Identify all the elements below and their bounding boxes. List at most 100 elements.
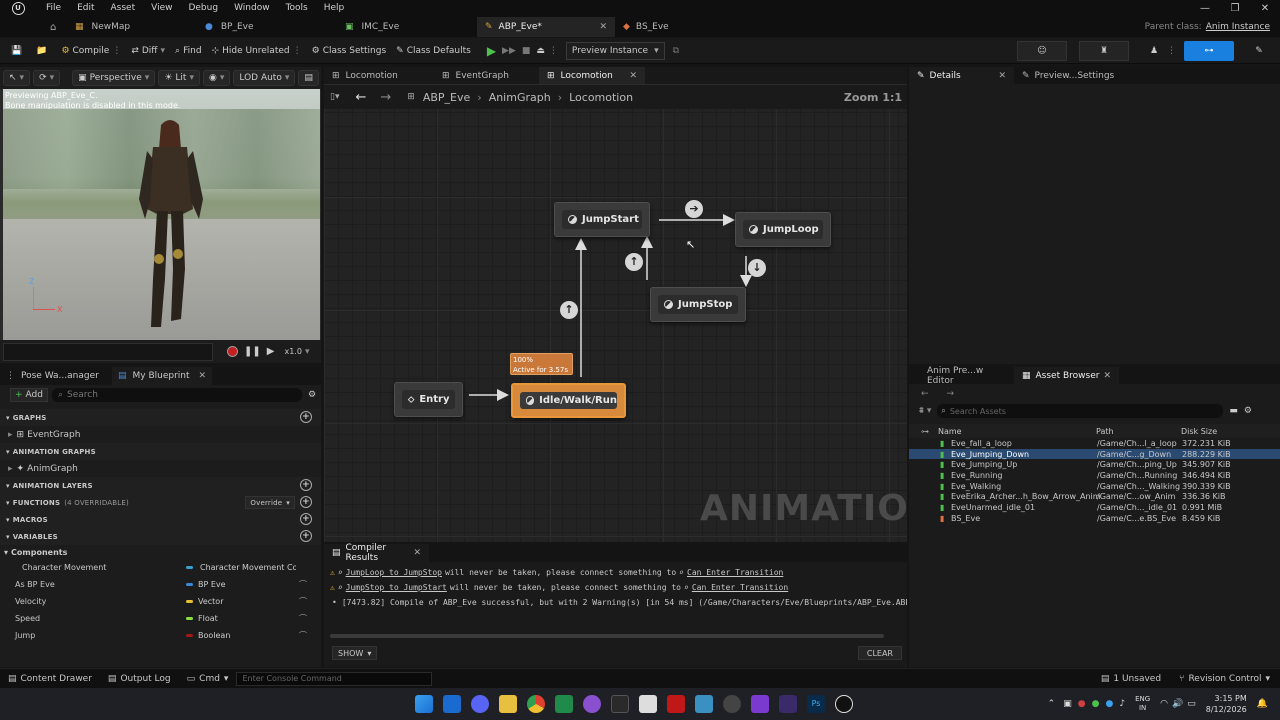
asset-row[interactable]: ▮ Eve_fall_a_loop/Game/Ch...l_a_loop 372.2…: [909, 438, 1280, 449]
find-button[interactable]: ⌕ Find: [175, 46, 202, 56]
close-tab-icon[interactable]: ✕: [1103, 371, 1111, 381]
perspective-dropdown[interactable]: ▣ Perspective ▾: [72, 70, 156, 86]
unsaved-button[interactable]: ▤ 1 Unsaved: [1101, 674, 1161, 684]
state-machine-graph[interactable]: ANIMATION ➔ ↑ ↓ ↑ JumpStart JumpLoop Jum…: [324, 84, 907, 542]
minimize-button[interactable]: —: [1190, 3, 1220, 14]
blueprint-mode-button[interactable]: ⊶: [1184, 40, 1234, 61]
menu-view[interactable]: View: [143, 1, 180, 16]
stop-icon[interactable]: ■: [522, 46, 531, 56]
menu-file[interactable]: File: [38, 1, 69, 16]
content-drawer-button[interactable]: ▤ Content Drawer: [8, 674, 92, 684]
add-layer-icon[interactable]: +: [300, 479, 312, 491]
menu-edit[interactable]: Edit: [69, 1, 102, 16]
eject-icon[interactable]: ⏏: [536, 46, 545, 56]
cmd-dropdown[interactable]: ▭ Cmd ▾: [187, 674, 229, 684]
asset-row[interactable]: ▮ BS_Eve/Game/C...e.BS_Eve 8.459 KiB: [909, 513, 1280, 524]
tab-my-blueprint[interactable]: ▤ My Blueprint ✕: [112, 367, 212, 385]
tray-app-icon[interactable]: ●: [1078, 699, 1086, 709]
add-graph-icon[interactable]: +: [300, 411, 312, 423]
entry-node[interactable]: ⬦ Entry: [394, 382, 463, 417]
warning-link[interactable]: Can Enter Transition: [687, 568, 783, 577]
horizontal-scrollbar[interactable]: [330, 634, 884, 638]
section-variables[interactable]: ▾ VARIABLES +: [0, 528, 321, 545]
section-graphs[interactable]: ▾ GRAPHS +: [0, 409, 321, 426]
class-defaults-button[interactable]: ✎ Class Defaults: [396, 46, 471, 56]
close-tab-icon[interactable]: ✕: [413, 548, 421, 558]
blueprint-search-input[interactable]: ⌕ Search: [51, 388, 302, 402]
back-arrow-icon[interactable]: ←: [921, 389, 929, 399]
language-label[interactable]: ENG: [1135, 695, 1150, 704]
tab-locomotion[interactable]: ⊞ Locomotion: [324, 67, 434, 84]
photoshop-icon[interactable]: Ps: [807, 695, 825, 713]
asset-search-input[interactable]: ⌕ Search Assets: [937, 404, 1224, 418]
transition-rule-icon[interactable]: ↓: [748, 259, 766, 277]
terminal-icon[interactable]: [611, 695, 629, 713]
github-icon[interactable]: [583, 695, 601, 713]
character-preview-scene[interactable]: Previewing ABP_Eve_C. Bone manipulation …: [3, 89, 320, 340]
unreal-logo-icon[interactable]: U: [8, 0, 28, 17]
skeleton-mode-button[interactable]: ☺: [1017, 40, 1067, 61]
compile-button[interactable]: ⚙ Compile ⋮: [61, 46, 121, 56]
asset-row[interactable]: ▮ EveUnarmed_idle_01/Game/Ch..._idle_01 0.…: [909, 502, 1280, 513]
asset-row[interactable]: ▮ Eve_Jumping_Down/Game/C...g_Down 288.229…: [909, 448, 1280, 460]
tab-imc-eve[interactable]: ▣ IMC_Eve: [337, 17, 477, 37]
class-settings-button[interactable]: ⚙ Class Settings: [312, 46, 387, 56]
forward-arrow-icon[interactable]: →: [947, 389, 955, 399]
variable-row[interactable]: Character Movement Character Movement Co: [0, 559, 321, 576]
columns-icon[interactable]: ⊶: [921, 427, 929, 436]
state-node-jumpstop[interactable]: JumpStop: [650, 287, 746, 322]
menu-window[interactable]: Window: [226, 1, 278, 16]
visibility-icon[interactable]: ⌒: [299, 579, 307, 590]
state-node-idle-walk-run[interactable]: Idle/Walk/Run: [511, 383, 626, 418]
breadcrumb-locomotion[interactable]: Locomotion: [569, 91, 633, 104]
transform-button[interactable]: ⟳ ▾: [33, 70, 61, 86]
tab-abp-eve[interactable]: ✎ ABP_Eve* ✕: [477, 17, 615, 37]
tray-app-icon[interactable]: ●: [1105, 699, 1113, 709]
asset-row[interactable]: ▮ Eve_Jumping_Up/Game/Ch...ping_Up 345.907…: [909, 459, 1280, 470]
select-mode-button[interactable]: ↖ ▾: [3, 70, 31, 86]
battery-icon[interactable]: ▭: [1187, 699, 1196, 709]
tray-chevron-icon[interactable]: ⌃: [1048, 699, 1056, 709]
section-macros[interactable]: ▾ MACROS +: [0, 511, 321, 528]
breadcrumb-animgraph[interactable]: AnimGraph: [489, 91, 551, 104]
tab-compiler-results[interactable]: ▤ Compiler Results ✕: [324, 543, 429, 563]
asset-row[interactable]: ▮ Eve_Running/Game/Ch...Running 346.494 Ki…: [909, 470, 1280, 481]
add-button[interactable]: + Add: [10, 388, 48, 402]
excel-icon[interactable]: [555, 695, 573, 713]
add-function-icon[interactable]: +: [300, 496, 312, 508]
tool-icon[interactable]: [723, 695, 741, 713]
menu-debug[interactable]: Debug: [180, 1, 226, 16]
folder-icon[interactable]: ▬: [1229, 406, 1238, 416]
menu-asset[interactable]: Asset: [103, 1, 144, 16]
home-icon[interactable]: ⌂: [50, 22, 56, 33]
forward-arrow-icon[interactable]: →: [380, 90, 391, 105]
timeline-scrubber[interactable]: [3, 342, 213, 361]
add-variable-icon[interactable]: +: [300, 530, 312, 542]
unreal-engine-icon[interactable]: [835, 695, 853, 713]
tray-app-icon[interactable]: ●: [1092, 699, 1100, 709]
media-icon[interactable]: [667, 695, 685, 713]
show-dropdown[interactable]: ◉ ▾: [202, 70, 231, 86]
play-icon[interactable]: ▶: [487, 44, 496, 58]
show-dropdown-button[interactable]: SHOW ▾: [332, 646, 378, 660]
console-input[interactable]: Enter Console Command: [236, 671, 433, 686]
tab-bs-eve[interactable]: ◆ BS_Eve: [615, 17, 735, 37]
add-macro-icon[interactable]: +: [300, 513, 312, 525]
warning-link[interactable]: JumpLoop to JumpStop: [346, 568, 442, 577]
lod-dropdown[interactable]: LOD Auto ▾: [233, 70, 296, 86]
lit-dropdown[interactable]: ☀ Lit ▾: [158, 70, 200, 86]
tab-locomotion-active[interactable]: ⊞ Locomotion ✕: [539, 67, 645, 84]
media-encoder-icon[interactable]: [779, 695, 797, 713]
windows-start-icon[interactable]: [415, 695, 433, 713]
variable-row[interactable]: Jump Boolean ⌒: [0, 627, 321, 644]
volume-icon[interactable]: 🔊: [1172, 699, 1183, 709]
settings-gear-icon[interactable]: ⚙: [308, 390, 316, 400]
mesh-mode-button[interactable]: ♜: [1079, 40, 1129, 61]
visual-studio-icon[interactable]: [751, 695, 769, 713]
close-tab-icon[interactable]: ✕: [599, 22, 607, 32]
variable-row[interactable]: Speed Float ⌒: [0, 610, 321, 627]
menu-help[interactable]: Help: [316, 1, 353, 16]
tab-bp-eve[interactable]: ● BP_Eve: [197, 17, 337, 37]
debug-filter-icon[interactable]: ⧉: [673, 46, 679, 56]
tab-eventgraph[interactable]: ⊞ EventGraph: [434, 67, 539, 84]
